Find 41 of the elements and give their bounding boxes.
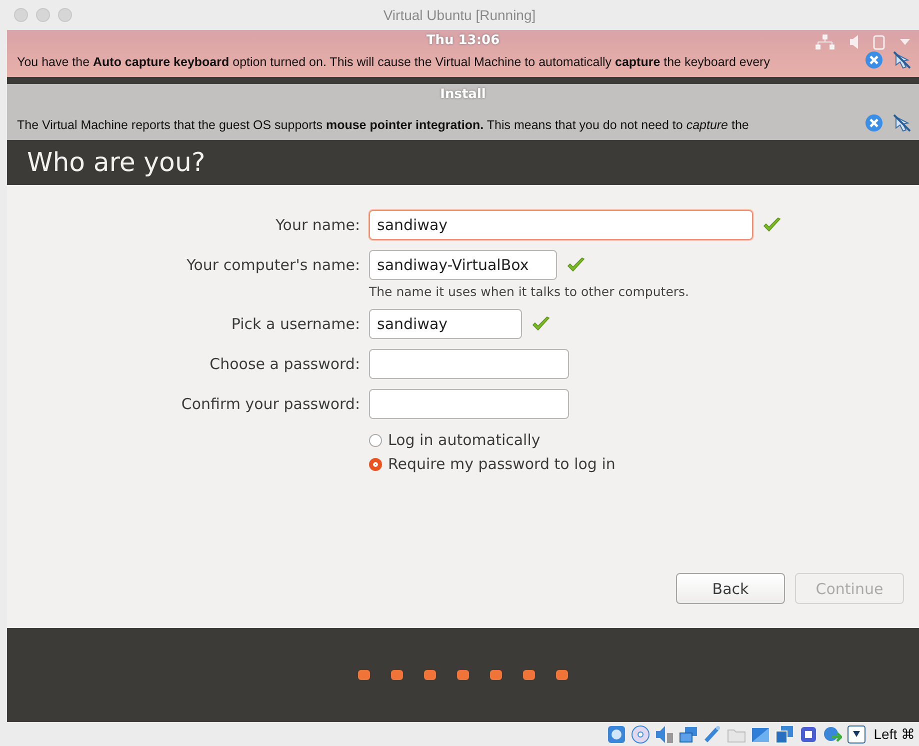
optical-disc-icon[interactable]	[630, 724, 650, 744]
close-icon[interactable]	[865, 51, 883, 69]
notification-text: You have the Auto capture keyboard option turned on. This will cause the Virtual Machine to automatically capture the keyboard every	[17, 55, 771, 69]
text-field[interactable]: sandiway	[369, 210, 753, 240]
field-label: Pick a username:	[230, 315, 360, 333]
radio-icon[interactable]	[369, 458, 382, 470]
radio-option[interactable]: Require my password to log in	[369, 455, 919, 473]
radio-option[interactable]: Log in automatically	[369, 431, 919, 449]
notification-text: The Virtual Machine reports that the guest OS supports mouse pointer integration. This means that you do not need to capture the	[17, 118, 750, 132]
window-title: Virtual Ubuntu [Running]	[383, 7, 536, 23]
dropdown-icon[interactable]	[899, 38, 911, 46]
clock: Thu 13:06	[426, 33, 500, 48]
text-field[interactable]: sandiway	[369, 309, 522, 339]
host-key-label: Left ⌘	[874, 726, 915, 742]
network-icon[interactable]	[678, 724, 698, 744]
field-label: Your name:	[274, 216, 360, 234]
nav-button[interactable]: Back	[676, 573, 785, 604]
radio-icon[interactable]	[369, 434, 382, 446]
volume-icon[interactable]	[849, 34, 859, 50]
speaker-icon[interactable]	[654, 724, 674, 744]
checkmark-icon	[532, 316, 550, 332]
checkmark-icon	[763, 217, 781, 233]
text-field[interactable]	[369, 389, 569, 419]
crossed-pointer-icon[interactable]	[893, 114, 911, 132]
chip-icon[interactable]	[798, 724, 818, 744]
close-icon[interactable]	[865, 114, 883, 132]
windows-icon[interactable]	[774, 724, 794, 744]
radio-label: Log in automatically	[388, 431, 540, 449]
text-field[interactable]: sandiway-VirtualBox	[369, 250, 557, 280]
field-label: Choose a password:	[208, 355, 360, 373]
globe-arrow-icon[interactable]	[822, 724, 842, 744]
field-label: Your computer's name:	[186, 256, 360, 274]
usb-icon[interactable]	[702, 724, 722, 744]
installer-title: Install	[440, 87, 486, 102]
text-field[interactable]	[369, 349, 569, 379]
crossed-pointer-icon[interactable]	[893, 51, 911, 69]
page-heading: Who are you?	[27, 148, 206, 178]
checkmark-icon	[567, 257, 585, 273]
field-label: Confirm your password:	[180, 395, 360, 413]
radio-label: Require my password to log in	[388, 455, 616, 473]
field-hint: The name it uses when it talks to other computers.	[369, 284, 690, 299]
